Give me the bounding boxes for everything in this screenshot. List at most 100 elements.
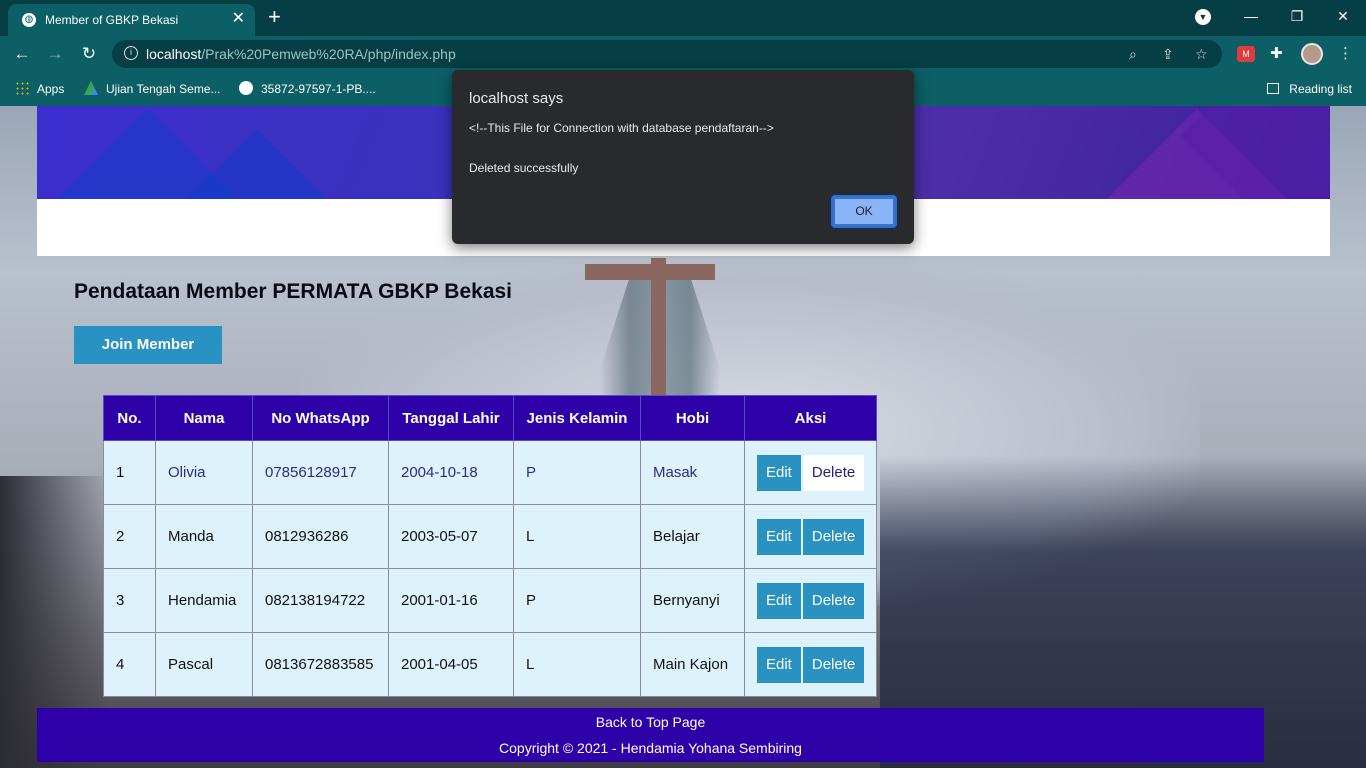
minimize-icon[interactable]: — <box>1228 0 1274 32</box>
cell-jenis-kelamin: P <box>513 440 641 505</box>
back-icon[interactable]: ← <box>10 42 34 66</box>
cell-hobi: Main Kajon <box>640 632 745 697</box>
delete-button[interactable]: Delete <box>802 582 865 619</box>
cell-nama: Pascal <box>155 632 253 697</box>
delete-button[interactable]: Delete <box>802 454 865 491</box>
apps-icon <box>15 81 29 95</box>
edit-button[interactable]: Edit <box>757 582 801 619</box>
cell-nama: Manda <box>155 504 253 569</box>
bookmark-label: Apps <box>37 82 65 96</box>
url-path: /Prak%20Pemweb%20RA/php/index.php <box>201 46 456 62</box>
col-header-hobi: Hobi <box>640 395 745 441</box>
dialog-message-comment: <!--This File for Connection with databa… <box>469 121 774 135</box>
cell-aksi: Edit Delete <box>744 632 877 697</box>
page-footer: Back to Top Page Copyright © 2021 - Hend… <box>37 708 1264 762</box>
menu-kebab-icon[interactable]: ⋮ <box>1338 44 1353 64</box>
bookmark-label: Ujian Tengah Seme... <box>106 82 221 96</box>
delete-button[interactable]: Delete <box>802 646 865 683</box>
bookmark-apps[interactable]: Apps <box>15 81 64 97</box>
cell-aksi: Edit Delete <box>744 568 877 633</box>
download-icon[interactable]: ▼ <box>1195 9 1211 25</box>
forward-icon[interactable]: → <box>43 42 67 66</box>
extensions-puzzle-icon[interactable]: ✚ <box>1270 44 1283 64</box>
cell-no: 2 <box>103 504 156 569</box>
cell-no: 1 <box>103 440 156 505</box>
google-drive-icon <box>84 81 98 95</box>
cell-aksi: Edit Delete <box>744 440 877 505</box>
member-table: No. Nama No WhatsApp Tanggal Lahir Jenis… <box>103 395 877 697</box>
cell-hobi: Belajar <box>640 504 745 569</box>
reading-list-label: Reading list <box>1289 82 1352 96</box>
globe-icon <box>239 81 253 95</box>
cell-whatsapp: 07856128917 <box>252 440 389 505</box>
dialog-ok-button[interactable]: OK <box>831 195 897 228</box>
address-bar[interactable]: i localhost/Prak%20Pemweb%20RA/php/index… <box>112 40 1222 68</box>
cell-no: 4 <box>103 632 156 697</box>
cell-whatsapp: 0813672883585 <box>252 632 389 697</box>
profile-avatar[interactable] <box>1301 43 1323 65</box>
cell-hobi: Masak <box>640 440 745 505</box>
table-row: 3 Hendamia 082138194722 2001-01-16 P Ber… <box>103 568 877 633</box>
background-cross-bar <box>585 264 715 280</box>
cell-whatsapp: 0812936286 <box>252 504 389 569</box>
join-member-button[interactable]: Join Member <box>74 326 222 364</box>
bookmark-ujian[interactable]: Ujian Tengah Seme... <box>84 81 221 97</box>
page-title: Pendataan Member PERMATA GBKP Bekasi <box>74 280 513 303</box>
url-text[interactable]: localhost/Prak%20Pemweb%20RA/php/index.p… <box>146 46 456 62</box>
dialog-message-status: Deleted successfully <box>469 161 579 175</box>
close-tab-icon[interactable]: ✕ <box>232 10 245 28</box>
reading-list-icon <box>1267 83 1280 94</box>
cell-tanggal-lahir: 2001-04-05 <box>388 632 514 697</box>
cell-jenis-kelamin: P <box>513 568 641 633</box>
background-cross <box>651 258 666 418</box>
new-tab-button[interactable]: + <box>268 4 281 30</box>
close-window-icon[interactable]: ✕ <box>1320 0 1366 32</box>
edit-button[interactable]: Edit <box>757 646 801 683</box>
zoom-icon[interactable]: ⌕ <box>1129 44 1137 64</box>
table-header-row: No. Nama No WhatsApp Tanggal Lahir Jenis… <box>103 395 877 441</box>
col-header-whatsapp: No WhatsApp <box>252 395 389 441</box>
col-header-nama: Nama <box>155 395 253 441</box>
site-info-icon[interactable]: i <box>124 46 138 60</box>
col-header-tanggal-lahir: Tanggal Lahir <box>388 395 514 441</box>
reload-icon[interactable]: ↻ <box>77 42 101 66</box>
delete-button[interactable]: Delete <box>802 518 865 555</box>
bookmark-pdf[interactable]: 35872-97597-1-PB.... <box>239 81 376 97</box>
col-header-jenis-kelamin: Jenis Kelamin <box>513 395 641 441</box>
globe-icon: ◍ <box>22 13 36 27</box>
copyright-text: Copyright © 2021 - Hendamia Yohana Sembi… <box>499 740 802 756</box>
back-to-top-link[interactable]: Back to Top Page <box>37 714 1264 730</box>
col-header-aksi: Aksi <box>744 395 877 441</box>
tab-title: Member of GBKP Bekasi <box>45 13 179 27</box>
browser-tab[interactable]: ◍ Member of GBKP Bekasi ✕ <box>8 4 255 36</box>
bookmark-label: 35872-97597-1-PB.... <box>261 82 376 96</box>
alert-dialog: localhost says <!--This File for Connect… <box>452 70 914 244</box>
browser-toolbar: ← → ↻ i localhost/Prak%20Pemweb%20RA/php… <box>0 36 1366 72</box>
reading-list-button[interactable]: Reading list <box>1267 81 1352 97</box>
share-icon[interactable]: ⇪ <box>1162 44 1174 64</box>
cell-tanggal-lahir: 2004-10-18 <box>388 440 514 505</box>
cell-no: 3 <box>103 568 156 633</box>
cell-tanggal-lahir: 2001-01-16 <box>388 568 514 633</box>
cell-nama: Hendamia <box>155 568 253 633</box>
cell-hobi: Bernyanyi <box>640 568 745 633</box>
table-row: 2 Manda 0812936286 2003-05-07 L Belajar … <box>103 504 877 569</box>
cell-nama: Olivia <box>155 440 253 505</box>
dialog-heading: localhost says <box>469 90 564 107</box>
extension-icon[interactable]: M <box>1237 46 1255 62</box>
table-row: 1 Olivia 07856128917 2004-10-18 P Masak … <box>103 440 877 505</box>
cell-tanggal-lahir: 2003-05-07 <box>388 504 514 569</box>
table-row: 4 Pascal 0813672883585 2001-04-05 L Main… <box>103 632 877 697</box>
bookmark-star-icon[interactable]: ☆ <box>1195 44 1208 64</box>
edit-button[interactable]: Edit <box>757 518 801 555</box>
maximize-icon[interactable]: ❐ <box>1274 0 1320 32</box>
cell-whatsapp: 082138194722 <box>252 568 389 633</box>
col-header-no: No. <box>103 395 156 441</box>
cell-jenis-kelamin: L <box>513 632 641 697</box>
window-controls: — ❐ ✕ <box>1228 0 1366 32</box>
url-host: localhost <box>146 46 202 62</box>
edit-button[interactable]: Edit <box>757 454 801 491</box>
cell-jenis-kelamin: L <box>513 504 641 569</box>
cell-aksi: Edit Delete <box>744 504 877 569</box>
tab-strip: ◍ Member of GBKP Bekasi ✕ + ▼ — ❐ ✕ <box>0 0 1366 36</box>
